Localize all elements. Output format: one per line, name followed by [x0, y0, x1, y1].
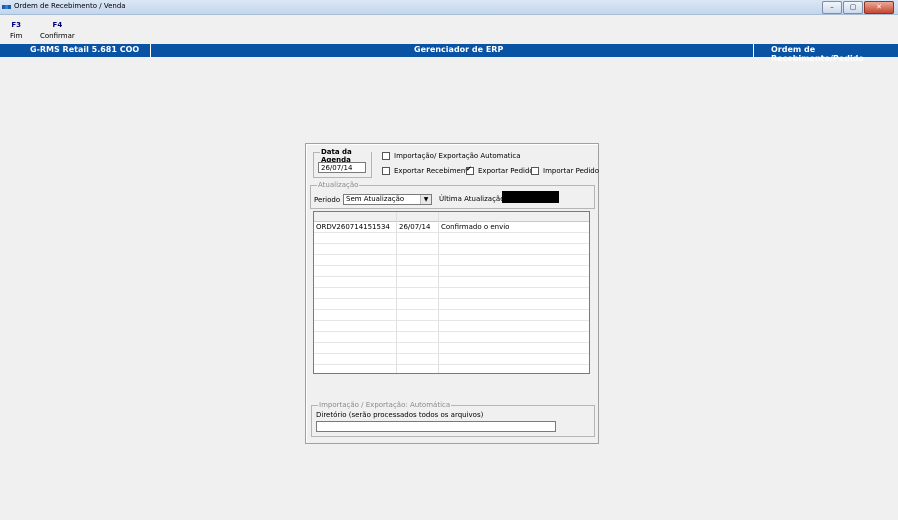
import-order-box[interactable] — [531, 167, 539, 175]
table-row[interactable] — [314, 233, 589, 244]
table-row[interactable] — [314, 266, 589, 277]
header-bar: G-RMS Retail 5.681 COO Gerenciador de ER… — [0, 44, 898, 63]
header-center: Gerenciador de ERP — [414, 45, 504, 54]
table-row[interactable] — [314, 310, 589, 321]
header-left: G-RMS Retail 5.681 COO — [30, 45, 140, 54]
date-cell: 26/07/14 — [399, 223, 431, 231]
header-separator — [150, 44, 151, 57]
update-group: Atualização Periodo : Sem Atualização ▼ … — [310, 181, 595, 209]
order-cell: ORDV260714151534 — [316, 223, 390, 231]
header-separator — [753, 44, 754, 57]
export-receipt-label: Exportar Recebimento — [394, 167, 473, 175]
table-row[interactable] — [314, 332, 589, 343]
order-panel: Data da Agenda 26/07/14 Importação/ Expo… — [305, 143, 599, 444]
auto-import-export-label: Importação/ Exportação Automatica — [394, 152, 521, 160]
fim-label: Fim — [10, 32, 23, 40]
directory-label: Diretório (serão processados todos os ar… — [316, 411, 484, 419]
table-row[interactable] — [314, 277, 589, 288]
period-label: Periodo : — [314, 196, 345, 204]
chevron-down-icon[interactable]: ▼ — [420, 195, 431, 204]
export-order-checkbox[interactable]: Exportar Pedido — [466, 165, 534, 175]
last-update-label: Última Atualização : — [439, 195, 510, 203]
status-cell: Confirmado o envio — [441, 223, 510, 231]
header-right: Ordem de Recebimento/Pedido — [771, 45, 864, 63]
export-receipt-box[interactable] — [382, 167, 390, 175]
maximize-button[interactable]: ▢ — [843, 1, 863, 14]
table-row[interactable] — [314, 288, 589, 299]
directory-input[interactable] — [316, 421, 556, 432]
confirmar-label: Confirmar — [40, 32, 75, 40]
table-row[interactable] — [314, 321, 589, 332]
last-update-field — [502, 191, 559, 203]
export-receipt-checkbox[interactable]: Exportar Recebimento — [382, 167, 472, 175]
auto-legend: Importação / Exportação: Automática — [318, 401, 452, 409]
title-bar: Ordem de Recebimento / Venda – ▢ ✕ — [0, 0, 898, 15]
period-select[interactable]: Sem Atualização ▼ — [343, 194, 432, 205]
grid-header — [314, 212, 589, 222]
period-select-value: Sem Atualização — [346, 195, 405, 203]
fim-button[interactable]: F3 Fim — [10, 21, 22, 40]
import-order-label: Importar Pedido — [543, 167, 600, 175]
agenda-date-input[interactable]: 26/07/14 — [318, 162, 366, 173]
table-row[interactable] — [314, 354, 589, 365]
fim-key: F3 — [11, 21, 21, 29]
export-order-box[interactable] — [466, 165, 474, 175]
minimize-button[interactable]: – — [822, 1, 842, 14]
confirmar-button[interactable]: F4 Confirmar — [40, 21, 75, 40]
agenda-group: Data da Agenda 26/07/14 — [313, 148, 372, 178]
window-controls: – ▢ ✕ — [821, 1, 894, 14]
orders-grid[interactable]: ORDV260714151534 26/07/14 Confirmado o e… — [313, 211, 590, 374]
table-row[interactable] — [314, 255, 589, 266]
import-order-checkbox[interactable]: Importar Pedido — [531, 167, 599, 175]
table-row[interactable] — [314, 299, 589, 310]
close-button[interactable]: ✕ — [864, 1, 894, 14]
table-row[interactable]: ORDV260714151534 26/07/14 Confirmado o e… — [314, 222, 589, 233]
export-order-label: Exportar Pedido — [478, 167, 534, 175]
auto-import-export-checkbox[interactable]: Importação/ Exportação Automatica — [382, 152, 521, 160]
auto-group: Importação / Exportação: Automática Dire… — [311, 401, 595, 437]
table-row[interactable] — [314, 244, 589, 255]
app-icon — [2, 5, 11, 9]
auto-import-export-box[interactable] — [382, 152, 390, 160]
toolbar: F3 Fim F4 Confirmar — [0, 15, 898, 43]
confirmar-key: F4 — [52, 21, 63, 29]
update-legend: Atualização — [317, 181, 360, 189]
table-row[interactable] — [314, 343, 589, 354]
window-title: Ordem de Recebimento / Venda — [14, 2, 126, 10]
